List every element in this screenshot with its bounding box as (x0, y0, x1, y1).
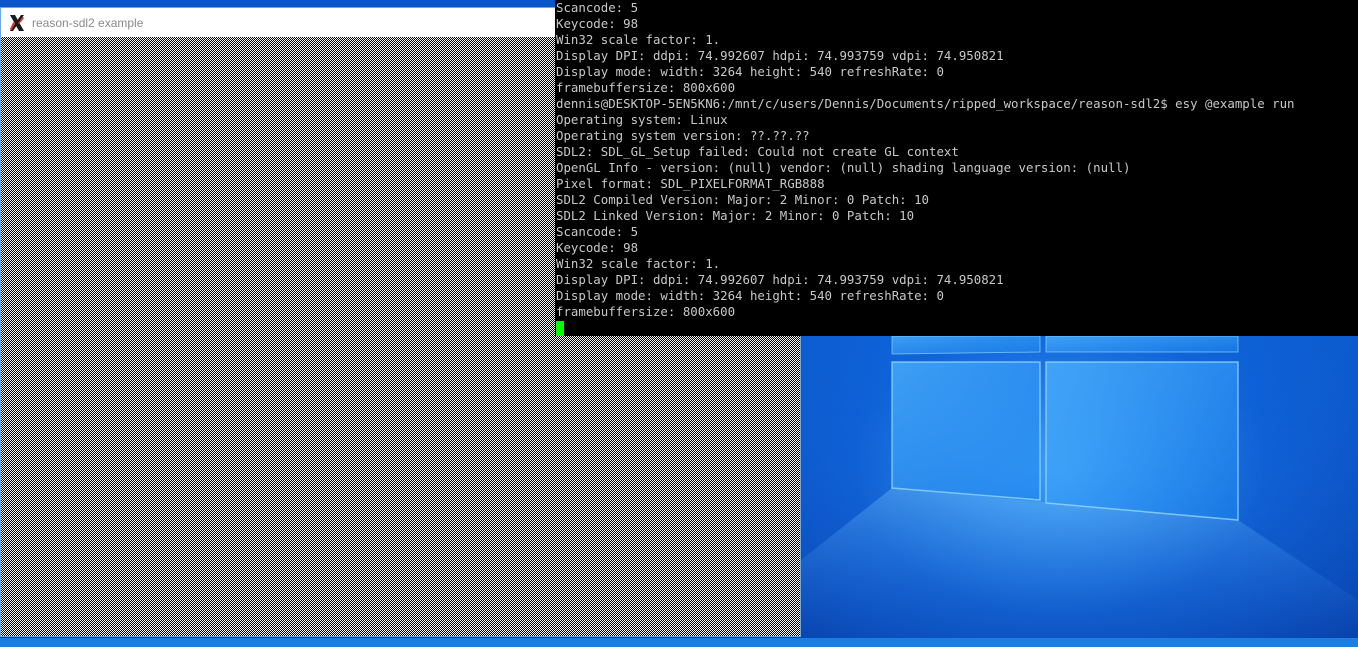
terminal-line: Scancode: 5 (556, 224, 639, 239)
taskbar (0, 638, 1358, 647)
terminal-line: SDL2 Linked Version: Major: 2 Minor: 0 P… (556, 208, 915, 223)
terminal-output: Scancode: 5 Keycode: 98 Win32 scale factor… (555, 0, 1358, 336)
terminal-line: Keycode: 98 (556, 240, 639, 255)
terminal-command-line: dennis@DESKTOP-5EN5KN6:/mnt/c/users/Denn… (556, 96, 1295, 111)
terminal-line: SDL2 Compiled Version: Major: 2 Minor: 0… (556, 192, 929, 207)
terminal-line: Scancode: 5 (556, 0, 639, 15)
terminal-line: Pixel format: SDL_PIXELFORMAT_RGB888 (556, 176, 825, 191)
x11-icon (10, 14, 24, 31)
terminal-line: framebuffersize: 800x600 (556, 304, 736, 319)
terminal-line: OpenGL Info - version: (null) vendor: (n… (556, 160, 1131, 175)
terminal-window[interactable]: Scancode: 5 Keycode: 98 Win32 scale factor… (555, 0, 1358, 336)
terminal-line: Display mode: width: 3264 height: 540 re… (556, 288, 944, 303)
terminal-line: Keycode: 98 (556, 16, 639, 31)
terminal-line: Display mode: width: 3264 height: 540 re… (556, 64, 944, 79)
terminal-prompt-line[interactable] (556, 320, 1358, 336)
terminal-line: framebuffersize: 800x600 (556, 80, 736, 95)
terminal-line: Win32 scale factor: 1. (556, 256, 721, 271)
terminal-line: Operating system version: ??.??.?? (556, 128, 810, 143)
terminal-line: Display DPI: ddpi: 74.992607 hdpi: 74.99… (556, 48, 1004, 63)
terminal-line: Win32 scale factor: 1. (556, 32, 721, 47)
terminal-line: SDL2: SDL_GL_Setup failed: Could not cre… (556, 144, 959, 159)
terminal-line: Display DPI: ddpi: 74.992607 hdpi: 74.99… (556, 272, 1004, 287)
app-window-title: reason-sdl2 example (32, 15, 144, 30)
terminal-line: Operating system: Linux (556, 112, 728, 127)
terminal-cursor (556, 321, 564, 336)
